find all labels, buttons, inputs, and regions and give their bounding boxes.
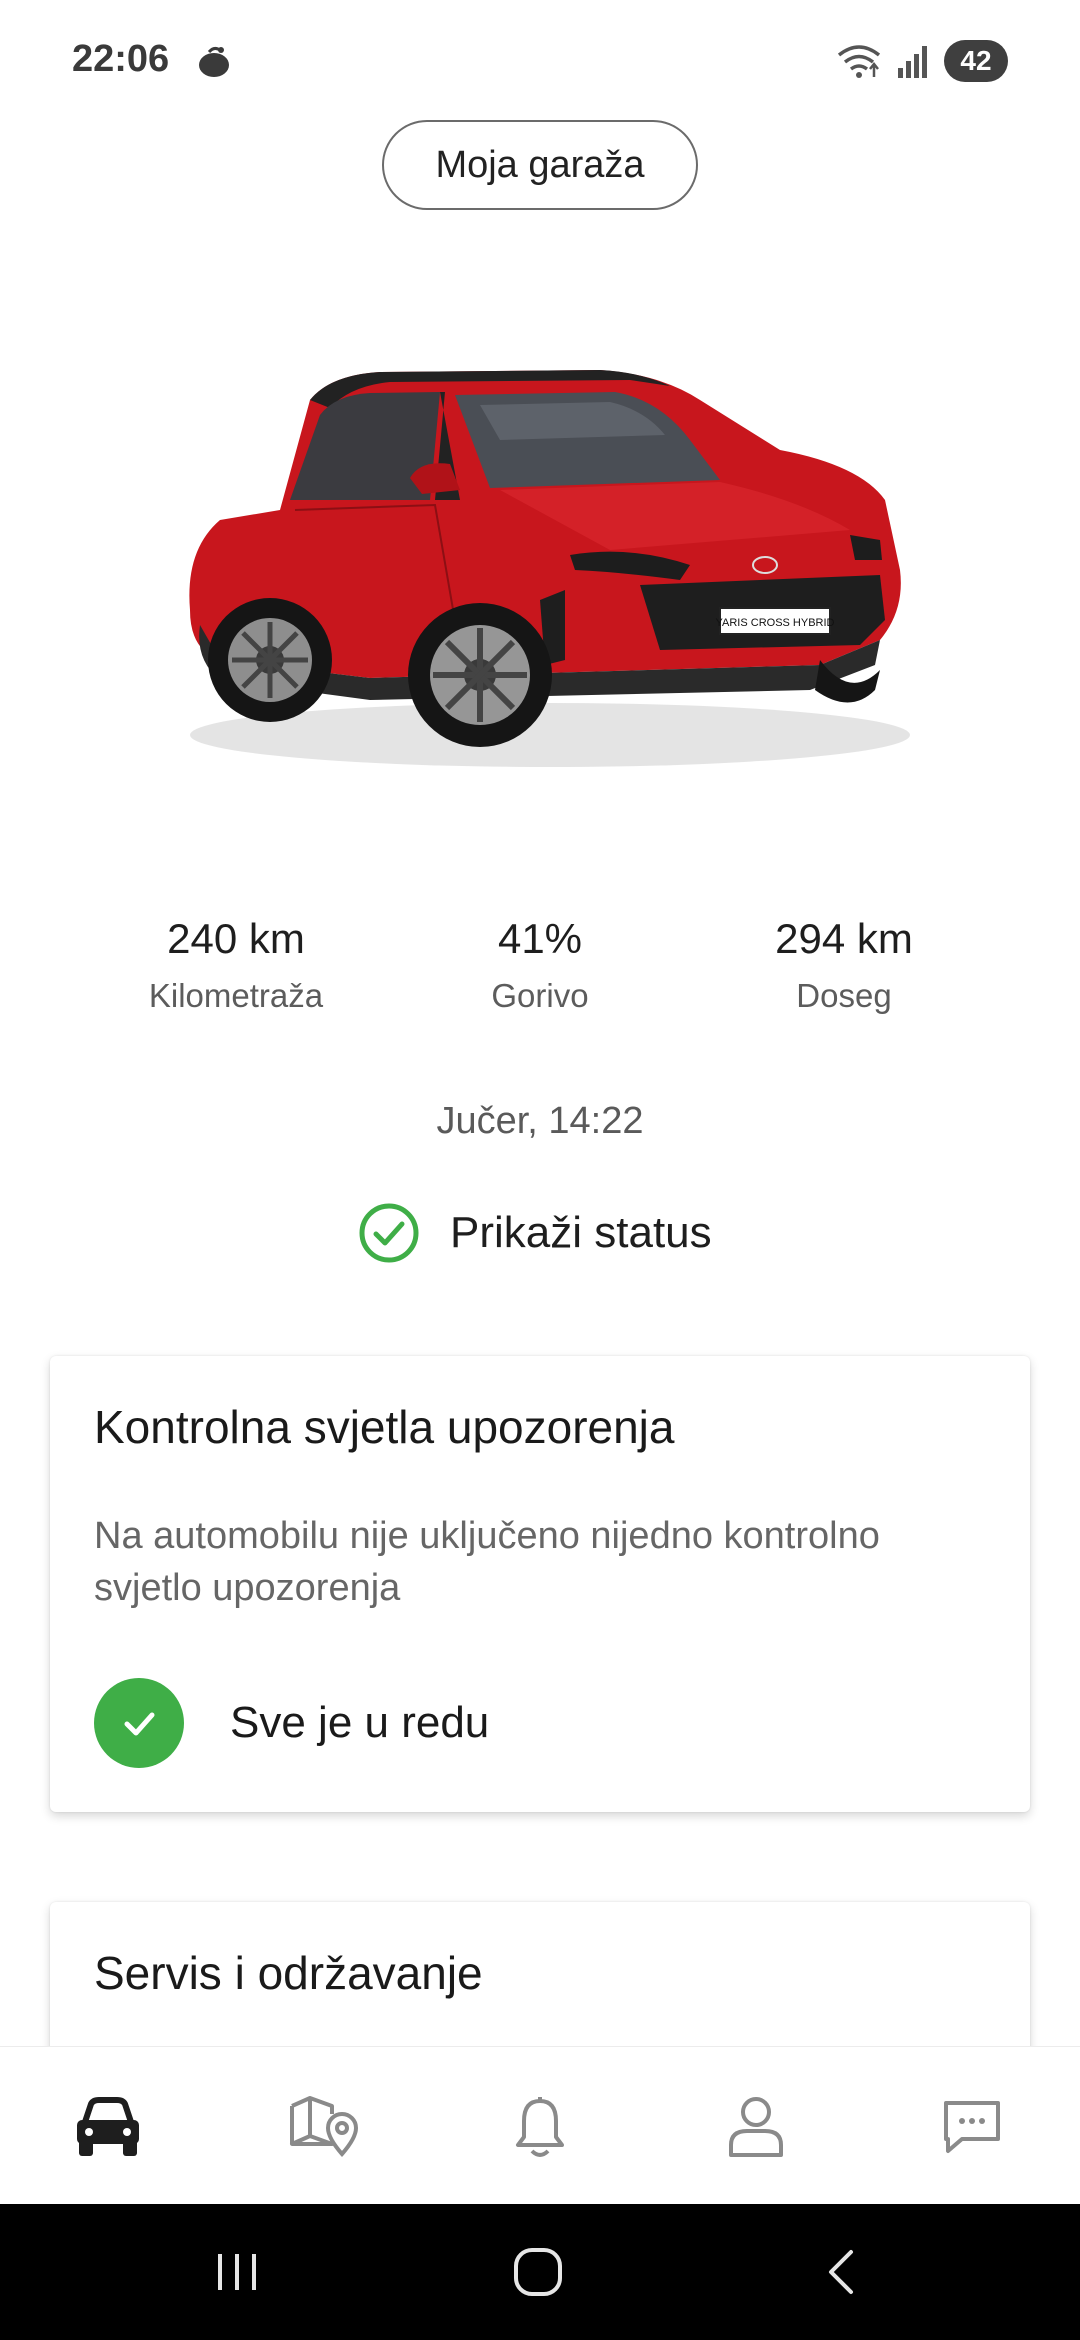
stat-range: 294 km Doseg	[684, 915, 1004, 1015]
home-icon	[514, 2248, 562, 2296]
vehicle-stats: 240 km Kilometraža 41% Gorivo 294 km Dos…	[0, 915, 1080, 1035]
status-time: 22:06	[72, 38, 170, 80]
map-pin-icon	[290, 2096, 359, 2158]
signal-icon	[898, 46, 927, 78]
last-updated-timestamp: Jučer, 14:22	[436, 1100, 644, 1142]
stat-fuel: 41% Gorivo	[380, 915, 700, 1015]
card-description: Na automobilu nije uključeno nijedno kon…	[94, 1515, 880, 1609]
check-circle-icon	[359, 1203, 419, 1263]
vehicle-image: YARIS CROSS HYBRID	[160, 360, 920, 780]
user-icon	[729, 2097, 783, 2157]
nav-notifications-tab[interactable]	[500, 2087, 580, 2167]
car-illustration: YARIS CROSS HYBRID	[189, 370, 910, 767]
warning-lights-card[interactable]: Kontrolna svjetla upozorenja Na automobi…	[50, 1356, 1030, 1812]
stat-label: Doseg	[796, 977, 892, 1014]
battery-level: 42	[960, 45, 992, 76]
status-right: 42	[836, 38, 1008, 84]
stat-value: 41%	[497, 915, 583, 962]
license-plate-text: YARIS CROSS HYBRID	[716, 617, 835, 629]
stat-mileage: 240 km Kilometraža	[76, 915, 396, 1015]
wifi-icon	[837, 45, 881, 78]
stat-value: 294 km	[775, 915, 913, 962]
show-status-label: Prikaži status	[450, 1208, 712, 1257]
home-button[interactable]	[503, 2242, 573, 2302]
stat-label: Kilometraža	[148, 977, 324, 1014]
nav-profile-tab[interactable]	[716, 2087, 796, 2167]
system-navigation-bar	[0, 2204, 1080, 2340]
bell-icon	[516, 2097, 564, 2157]
nav-map-tab[interactable]	[284, 2087, 364, 2167]
all-ok-label: Sve je u redu	[230, 1698, 490, 1747]
card-title: Kontrolna svjetla upozorenja	[94, 1401, 675, 1453]
nav-car-tab[interactable]	[68, 2087, 148, 2167]
stat-label: Gorivo	[491, 977, 589, 1014]
ok-check-icon	[94, 1678, 184, 1768]
show-status-link[interactable]: Prikaži status	[358, 1198, 712, 1268]
all-ok-row: Sve je u redu	[94, 1678, 489, 1768]
stat-value: 240 km	[167, 915, 305, 962]
bottom-navigation	[0, 2046, 1080, 2204]
my-garage-button[interactable]: Moja garaža	[382, 120, 698, 210]
car-icon	[77, 2097, 139, 2156]
chat-icon	[944, 2101, 1000, 2153]
back-icon	[829, 2250, 853, 2294]
card-title: Servis i održavanje	[94, 1947, 483, 1999]
battery-indicator: 42	[944, 40, 1008, 82]
status-bar: 22:06 42	[0, 0, 1080, 124]
recents-icon	[218, 2254, 256, 2290]
recents-button[interactable]	[202, 2242, 272, 2302]
app-notification-icon	[199, 46, 229, 77]
back-button[interactable]	[806, 2242, 876, 2302]
nav-chat-tab[interactable]	[932, 2087, 1012, 2167]
